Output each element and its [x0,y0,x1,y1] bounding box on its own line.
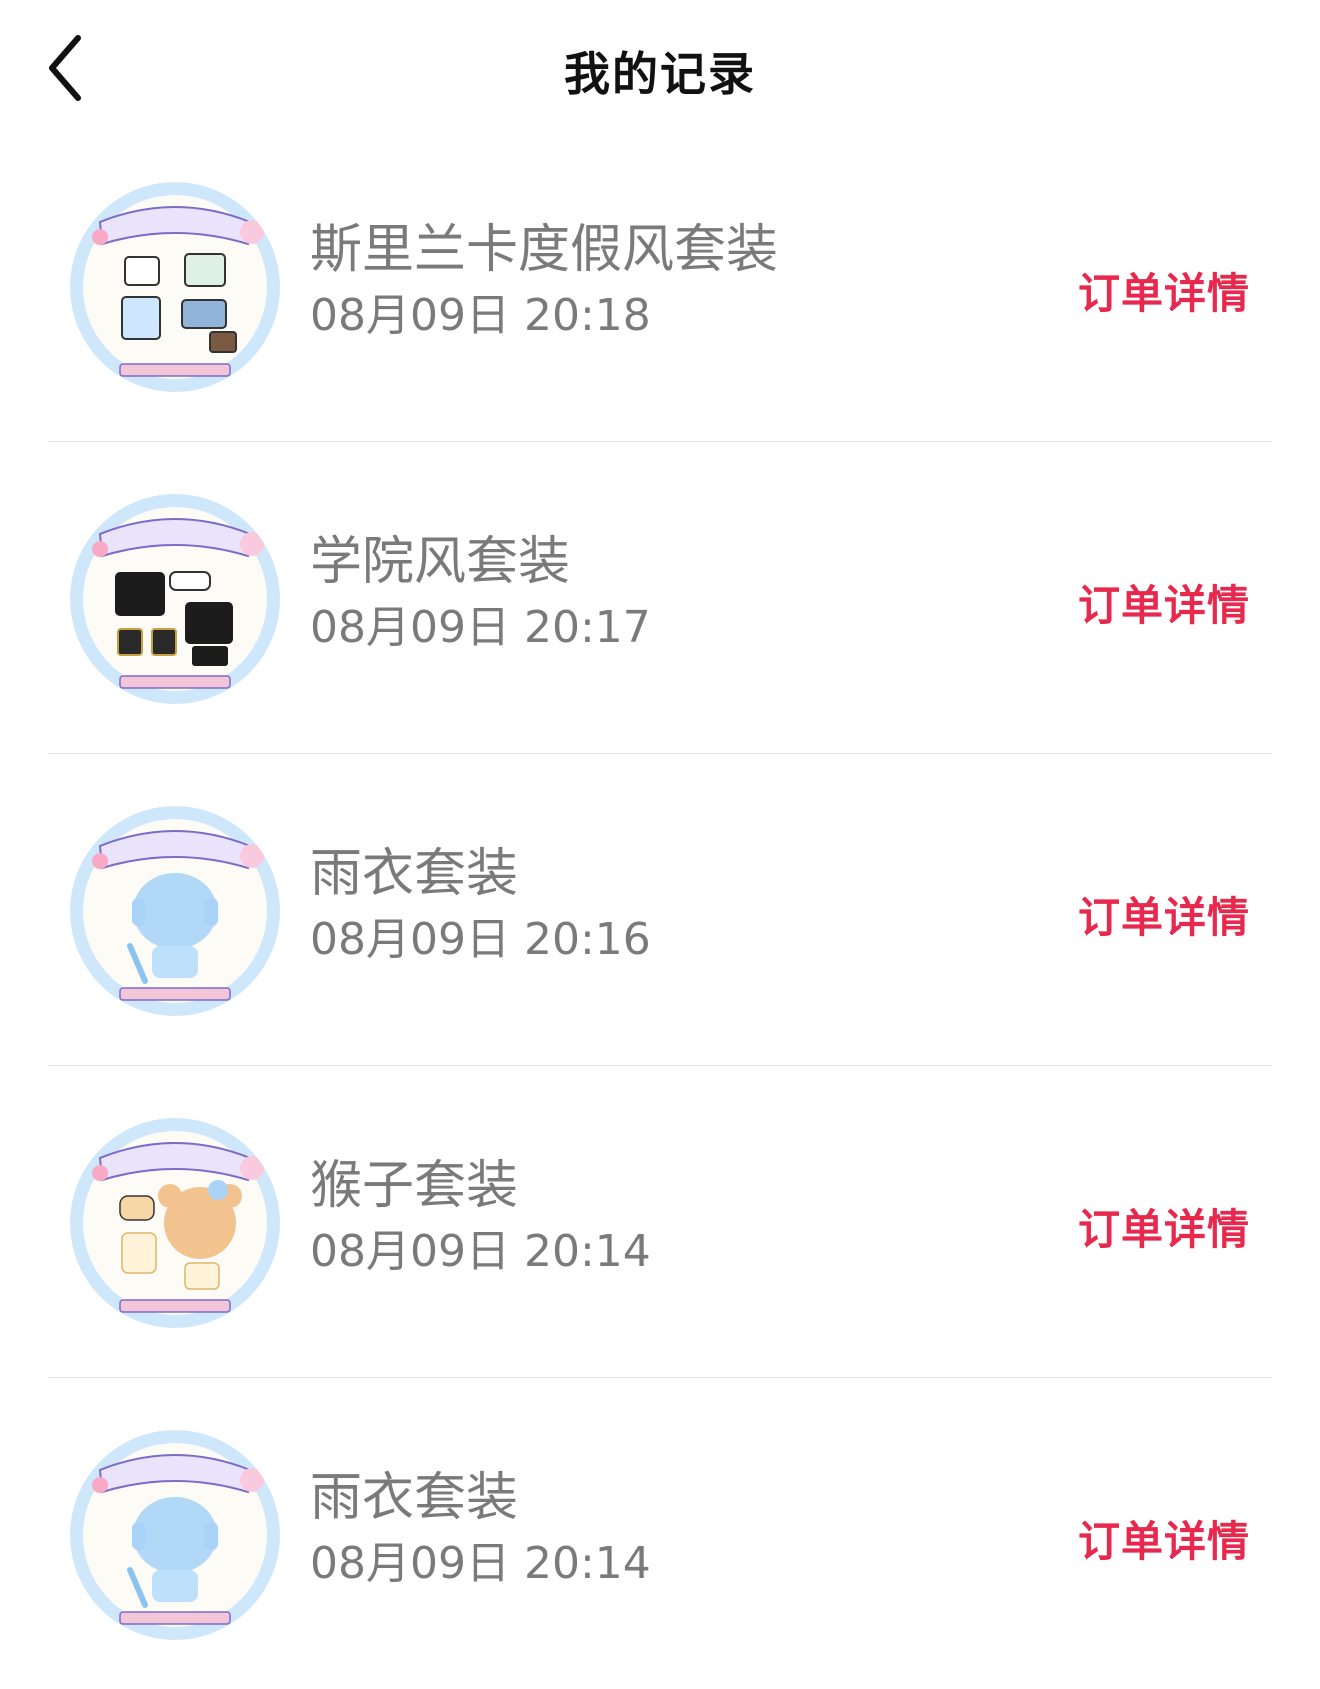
list-item[interactable]: 学院风套装 08月09日 20:17 订单详情 [48,442,1272,754]
item-timestamp: 08月09日 20:16 [310,914,651,965]
item-timestamp: 08月09日 20:18 [310,290,651,341]
product-thumbnail [70,1430,280,1640]
order-detail-link[interactable]: 订单详情 [1078,884,1250,945]
list-item[interactable]: 雨衣套装 08月09日 20:14 订单详情 [48,1378,1272,1689]
record-list: 斯里兰卡度假风套装 08月09日 20:18 订单详情 学院风套装 08月09日… [0,130,1320,1689]
top-nav-bar: 我的记录 [0,0,1320,140]
item-title: 雨衣套装 [310,844,519,904]
order-detail-link[interactable]: 订单详情 [1078,1196,1250,1257]
order-detail-link[interactable]: 订单详情 [1078,572,1250,633]
item-title: 雨衣套装 [310,1468,519,1528]
item-title: 斯里兰卡度假风套装 [310,220,779,280]
product-thumbnail [70,1118,280,1328]
product-thumbnail [70,182,280,392]
list-item[interactable]: 斯里兰卡度假风套装 08月09日 20:18 订单详情 [48,130,1272,442]
item-title: 猴子套装 [310,1156,519,1216]
order-detail-link[interactable]: 订单详情 [1078,1508,1250,1569]
item-timestamp: 08月09日 20:14 [310,1538,651,1589]
list-item[interactable]: 雨衣套装 08月09日 20:16 订单详情 [48,754,1272,1066]
product-thumbnail [70,494,280,704]
product-thumbnail [70,806,280,1016]
page-title: 我的记录 [564,47,756,101]
item-timestamp: 08月09日 20:14 [310,1226,651,1277]
order-detail-link[interactable]: 订单详情 [1078,260,1250,321]
item-timestamp: 08月09日 20:17 [310,602,651,653]
item-title: 学院风套装 [310,532,571,592]
list-item[interactable]: 猴子套装 08月09日 20:14 订单详情 [48,1066,1272,1378]
